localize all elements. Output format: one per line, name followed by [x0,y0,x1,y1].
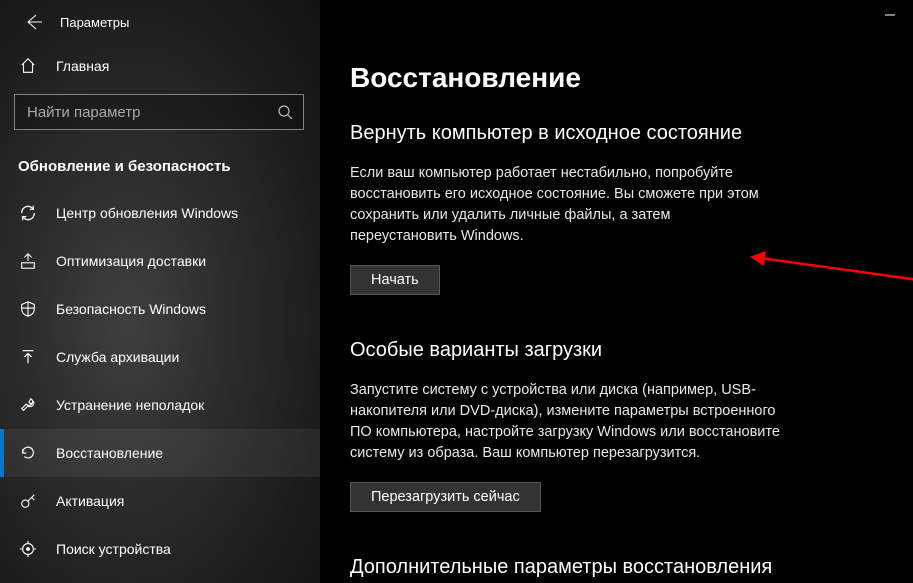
sidebar-item-label: Устранение неполадок [56,397,204,413]
sidebar-item-label: Поиск устройства [56,541,171,557]
shield-icon [18,299,38,319]
sidebar-home[interactable]: Главная [0,44,320,88]
sidebar-header: Параметры [0,0,320,44]
window-title: Параметры [60,15,129,30]
restart-now-button[interactable]: Перезагрузить сейчас [350,482,541,512]
sidebar-item-windows-security[interactable]: Безопасность Windows [0,285,320,333]
sidebar-item-windows-update[interactable]: Центр обновления Windows [0,189,320,237]
arrow-left-icon [26,14,42,30]
reset-start-button[interactable]: Начать [350,265,440,295]
sidebar-item-label: Восстановление [56,445,163,461]
reset-heading: Вернуть компьютер в исходное состояние [350,122,913,145]
sidebar-item-label: Оптимизация доставки [56,253,206,269]
advanced-startup-section: Особые варианты загрузки Запустите систе… [350,339,913,512]
sidebar-item-troubleshoot[interactable]: Устранение неполадок [0,381,320,429]
backup-icon [18,347,38,367]
advanced-description: Запустите систему с устройства или диска… [350,380,780,464]
sidebar-item-label: Центр обновления Windows [56,205,238,221]
sidebar-item-label: Служба архивации [56,349,179,365]
minimize-button[interactable] [867,0,913,30]
more-heading: Дополнительные параметры восстановления [350,556,913,579]
sidebar-item-recovery[interactable]: Восстановление [0,429,320,477]
more-recovery-section: Дополнительные параметры восстановления … [350,556,913,583]
reset-section: Вернуть компьютер в исходное состояние Е… [350,122,913,295]
wrench-icon [18,395,38,415]
location-icon [18,539,38,559]
home-icon [18,56,38,76]
sidebar-item-find-device[interactable]: Поиск устройства [0,525,320,573]
sidebar: Параметры Главная Обновление и безопасно… [0,0,320,583]
advanced-heading: Особые варианты загрузки [350,339,913,362]
search-icon [277,104,293,120]
sidebar-home-label: Главная [56,58,109,74]
sidebar-item-delivery-optimization[interactable]: Оптимизация доставки [0,237,320,285]
titlebar-controls [867,0,913,30]
reset-description: Если ваш компьютер работает нестабильно,… [350,163,780,247]
recovery-icon [18,443,38,463]
sidebar-item-label: Безопасность Windows [56,301,206,317]
search-box[interactable] [14,94,304,130]
sidebar-item-activation[interactable]: Активация [0,477,320,525]
minimize-icon [885,10,895,20]
search-input[interactable] [27,104,277,121]
sidebar-item-label: Активация [56,493,124,509]
main-content: Восстановление Вернуть компьютер в исход… [320,0,913,583]
sync-icon [18,203,38,223]
sidebar-section-heading: Обновление и безопасность [0,138,320,189]
delivery-icon [18,251,38,271]
sidebar-item-backup[interactable]: Служба архивации [0,333,320,381]
key-icon [18,491,38,511]
back-button[interactable] [20,8,48,36]
page-title: Восстановление [350,0,913,122]
sidebar-nav: Центр обновления Windows Оптимизация дос… [0,189,320,573]
